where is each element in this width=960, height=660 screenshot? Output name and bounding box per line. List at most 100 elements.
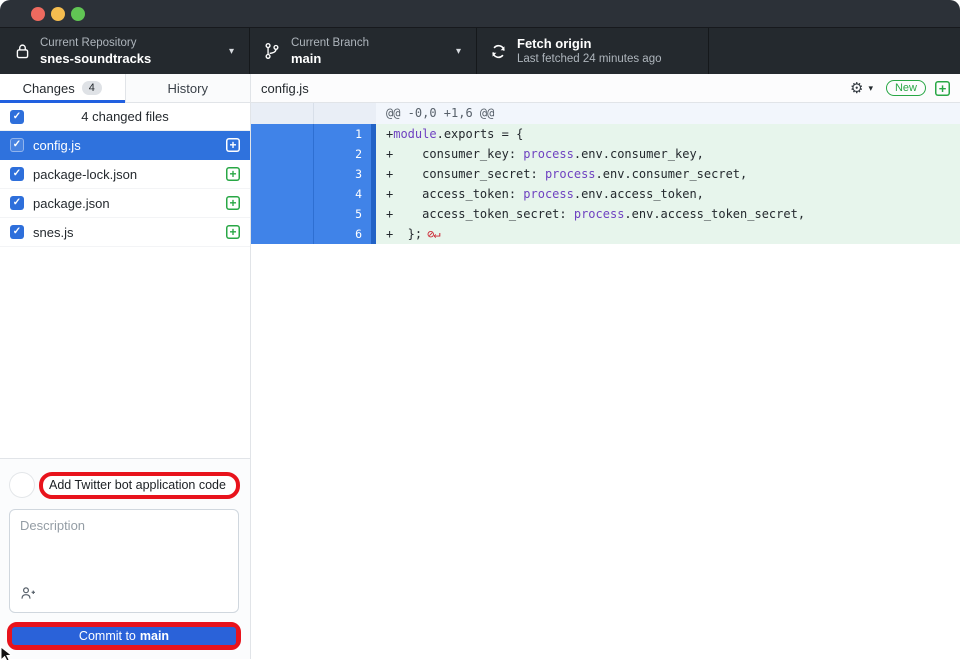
annotation-highlight-commit-button: Commit to main [7,622,241,650]
avatar [9,472,35,498]
file-row[interactable]: ✓ package-lock.json + [0,160,250,189]
file-row[interactable]: ✓ config.js + [0,131,250,160]
checkmark-icon: ✓ [13,227,21,237]
file-tabbar: config.js ⚙ ▾ New + [251,74,960,103]
checkmark-icon: ✓ [13,169,21,179]
repository-label: Current Repository [40,37,229,49]
file-status-added-icon: + [226,138,240,152]
branch-picker[interactable]: Current Branch main ▾ [250,28,477,74]
line-number: 5 [314,204,371,224]
file-name: package.json [33,196,217,211]
file-row[interactable]: ✓ package.json + [0,189,250,218]
app-window: Current Repository snes-soundtracks ▾ Cu… [0,0,960,660]
sidebar-tabs: Changes 4 History [0,74,250,103]
mouse-cursor [0,646,16,660]
commit-summary-input[interactable] [43,478,236,492]
commit-description-input[interactable] [10,510,238,590]
no-newline-icon: ⊘↵ [427,227,439,241]
hunk-header-row: @@ -0,0 +1,6 @@ [251,103,960,124]
sync-icon [490,43,507,60]
diff-line-code: +module.exports = { [376,124,960,144]
sidebar: Changes 4 History ✓ 4 changed files ✓ co… [0,74,250,659]
repository-picker[interactable]: Current Repository snes-soundtracks ▾ [0,28,250,74]
person-add-icon[interactable] [20,586,37,605]
diff-line: 2 + consumer_key: process.env.consumer_k… [251,144,960,164]
tab-history-label: History [168,81,208,96]
diff-line-code: + };⊘↵ [376,224,960,244]
branch-label: Current Branch [291,37,456,49]
plus-square-icon[interactable]: + [935,81,950,96]
tab-history[interactable]: History [125,74,251,102]
line-number: 1 [314,124,371,144]
line-number: 4 [314,184,371,204]
commit-description-box [9,509,239,613]
file-list: ✓ config.js + ✓ package-lock.json + ✓ pa… [0,131,250,247]
gear-icon: ⚙ [850,81,863,96]
file-name: package-lock.json [33,167,217,182]
repository-name: snes-soundtracks [40,51,229,66]
file-list-empty-area [0,247,250,458]
checkmark-icon: ✓ [13,140,21,150]
file-status-added-icon: + [226,225,240,239]
minimize-button[interactable] [51,7,65,21]
content: Changes 4 History ✓ 4 changed files ✓ co… [0,74,960,659]
hunk-header-text: @@ -0,0 +1,6 @@ [376,103,960,124]
diff-line-gutter[interactable]: 2 [251,144,376,164]
annotation-highlight-summary [39,472,240,499]
file-name: snes.js [33,225,217,240]
fetch-subtitle: Last fetched 24 minutes ago [517,53,708,65]
diff-line-gutter[interactable]: 1 [251,124,376,144]
file-checkbox[interactable]: ✓ [10,196,24,210]
checkmark-icon: ✓ [13,198,21,208]
commit-button-branch: main [140,629,169,643]
diff-line: 4 + access_token: process.env.access_tok… [251,184,960,204]
diff-line-code: + consumer_secret: process.env.consumer_… [376,164,960,184]
changes-count-badge: 4 [82,81,102,95]
diff-line-code: + access_token_secret: process.env.acces… [376,204,960,224]
diff-options-button[interactable]: ⚙ ▾ [850,81,873,96]
changed-files-count: 4 changed files [0,109,250,124]
fetch-origin-button[interactable]: Fetch origin Last fetched 24 minutes ago [477,28,709,74]
file-status-added-icon: + [226,196,240,210]
line-number: 3 [314,164,371,184]
file-status-added-icon: + [226,167,240,181]
diff-line-gutter[interactable]: 6 [251,224,376,244]
diff-line-gutter[interactable]: 3 [251,164,376,184]
diff-line-gutter[interactable]: 4 [251,184,376,204]
chevron-down-icon: ▾ [229,46,234,57]
diff-line-gutter[interactable]: 5 [251,204,376,224]
commit-button-label: Commit to [79,629,136,643]
diff-line: 1 +module.exports = { [251,124,960,144]
tab-changes[interactable]: Changes 4 [0,74,125,102]
main-pane: config.js ⚙ ▾ New + @@ -0,0 +1,6 @@ 1 +m… [250,74,960,659]
diff-view: @@ -0,0 +1,6 @@ 1 +module.exports = { 2 … [251,103,960,659]
diff-line: 3 + consumer_secret: process.env.consume… [251,164,960,184]
toolbar: Current Repository snes-soundtracks ▾ Cu… [0,28,960,74]
diff-line: 5 + access_token_secret: process.env.acc… [251,204,960,224]
commit-button[interactable]: Commit to main [12,627,236,645]
file-row[interactable]: ✓ snes.js + [0,218,250,247]
diff-line-code: + access_token: process.env.access_token… [376,184,960,204]
file-checkbox[interactable]: ✓ [10,167,24,181]
line-number: 6 [314,224,371,244]
file-tab-config-js[interactable]: config.js [261,81,309,96]
commit-panel: Commit to main [0,458,250,659]
chevron-down-icon: ▾ [456,46,461,57]
branch-name: main [291,51,456,66]
toolbar-empty-area [709,28,960,74]
tab-changes-label: Changes [23,81,75,96]
diff-lines: 1 +module.exports = { 2 + consumer_key: … [251,124,960,244]
files-header: ✓ 4 changed files [0,103,250,131]
git-branch-icon [263,42,281,60]
select-all-checkbox[interactable]: ✓ [10,110,24,124]
file-checkbox[interactable]: ✓ [10,225,24,239]
diff-line-code: + consumer_key: process.env.consumer_key… [376,144,960,164]
diff-line: 6 + };⊘↵ [251,224,960,244]
chevron-down-icon: ▾ [868,83,873,94]
zoom-button[interactable] [71,7,85,21]
summary-row [0,471,250,499]
titlebar [0,0,960,28]
checkmark-icon: ✓ [13,112,21,122]
close-button[interactable] [31,7,45,21]
file-checkbox[interactable]: ✓ [10,138,24,152]
